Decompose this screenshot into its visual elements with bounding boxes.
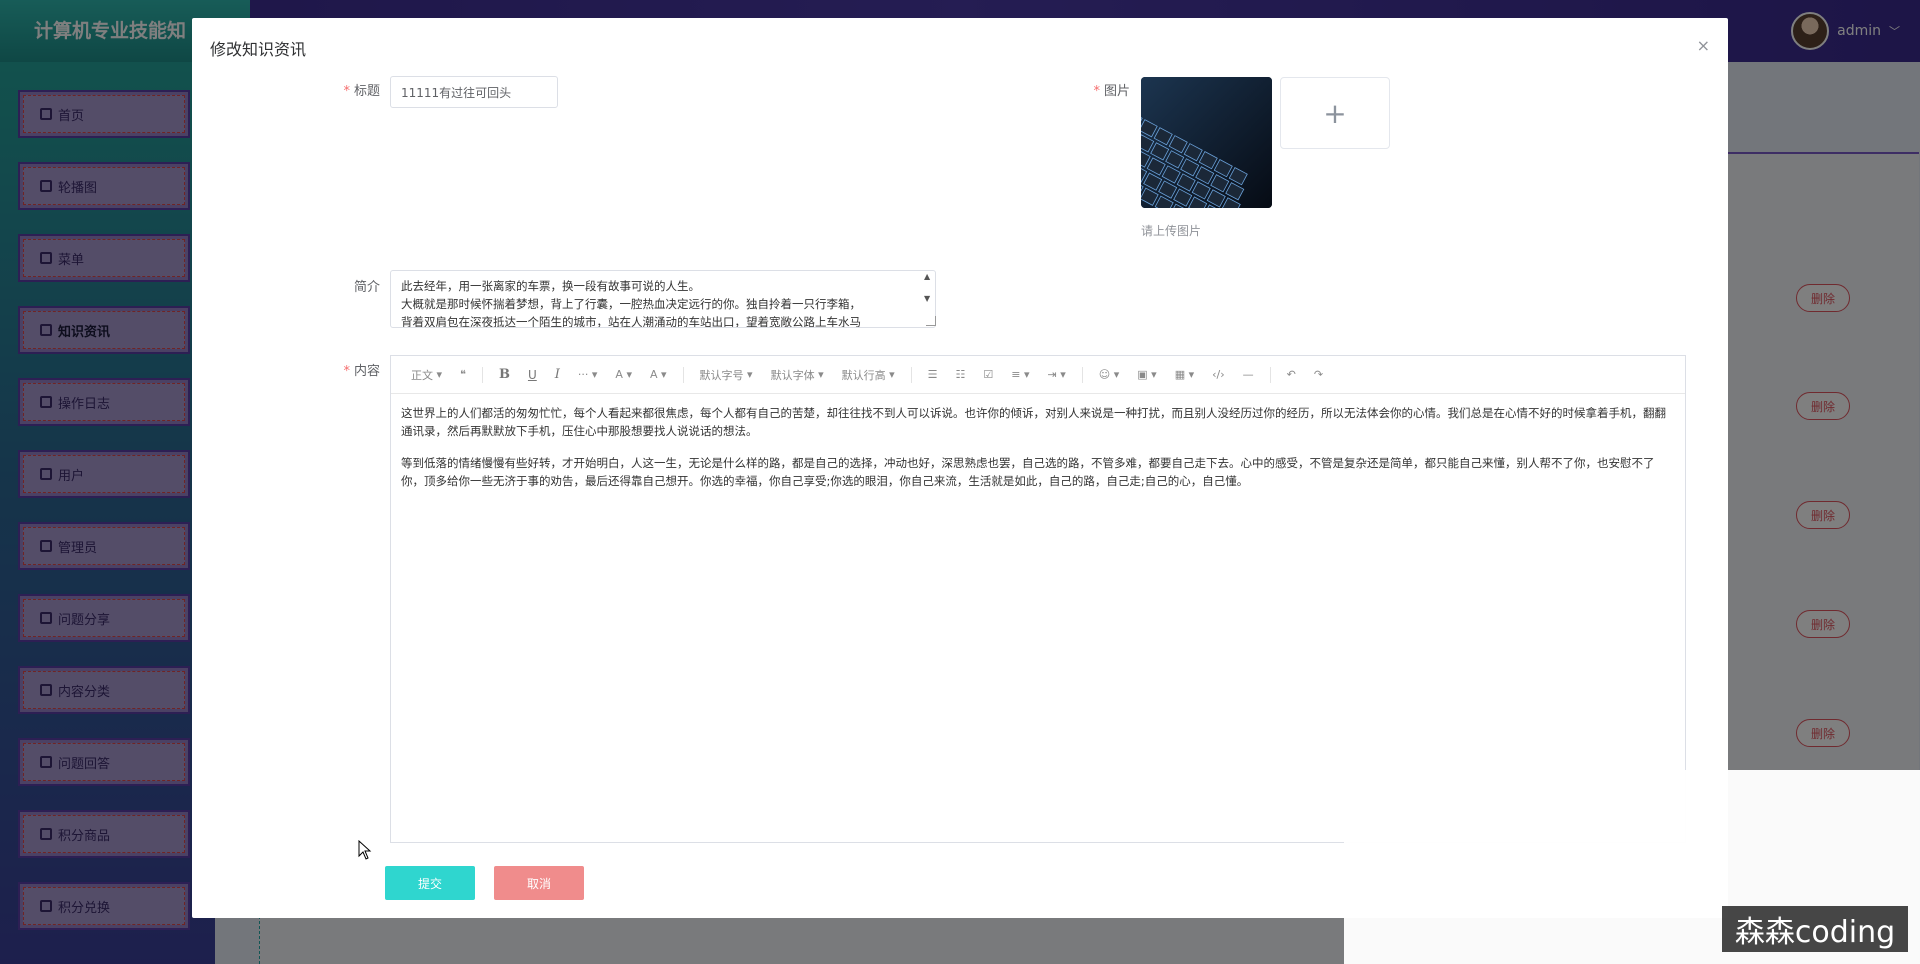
brief-line: 背着双肩包在深夜抵达一个陌生的城市，站在人潮涌动的车站出口，望着宽敞公路上车水马 xyxy=(401,315,861,328)
brief-line: 此去经年，用一张离家的车票，换一段有故事可说的人生。 xyxy=(401,279,700,293)
brief-line: 大概就是那时候怀揣着梦想，背上了行囊，一腔热血决定远行的你。独自拎着一只行李箱， xyxy=(401,297,861,311)
indent-dropdown[interactable]: ⇥ ▾ xyxy=(1042,363,1072,387)
font-family-dropdown[interactable]: 默认字体 ▾ xyxy=(765,363,830,387)
watermark: 森森coding xyxy=(1722,906,1908,952)
bold-icon[interactable]: B xyxy=(493,363,516,387)
font-color-dropdown[interactable]: A ▾ xyxy=(609,363,638,387)
uploaded-image[interactable] xyxy=(1141,77,1272,208)
code-icon[interactable]: ‹/› xyxy=(1206,363,1231,387)
scroll-down-icon[interactable]: ▼ xyxy=(924,294,930,303)
bullet-list-icon[interactable]: ☰ xyxy=(922,363,944,387)
toolbar-divider xyxy=(1269,366,1271,383)
more-style-dropdown[interactable]: ··· ▾ xyxy=(572,363,604,387)
italic-icon[interactable]: I xyxy=(549,363,566,387)
brief-textarea[interactable]: 此去经年，用一张离家的车票，换一段有故事可说的人生。 大概就是那时候怀揣着梦想，… xyxy=(390,270,936,328)
table-dropdown[interactable]: ▦ ▾ xyxy=(1169,363,1200,387)
content-label: * 内容 xyxy=(343,364,380,379)
todo-icon[interactable]: ☑ xyxy=(977,363,999,387)
editor-content[interactable]: 这世界上的人们都活的匆匆忙忙，每个人看起来都很焦虑，每个人都有自己的苦楚，却往往… xyxy=(401,404,1675,504)
resize-handle-icon[interactable] xyxy=(926,316,936,326)
submit-button[interactable]: 提交 xyxy=(385,866,475,900)
redo-icon[interactable]: ↷ xyxy=(1308,363,1329,387)
quote-icon[interactable]: ❝ xyxy=(454,363,472,387)
align-dropdown[interactable]: ≡ ▾ xyxy=(1005,363,1035,387)
title-label: * 标题 xyxy=(343,84,380,99)
image-label: * 图片 xyxy=(1093,84,1130,99)
content-paragraph: 等到低落的情绪慢慢有些好转，才开始明白，人这一生，无论是什么样的路，都是自己的选… xyxy=(401,456,1655,488)
underline-icon[interactable]: U xyxy=(522,363,543,387)
font-size-dropdown[interactable]: 默认字号 ▾ xyxy=(694,363,759,387)
image-hint: 请上传图片 xyxy=(1141,224,1202,238)
toolbar-divider xyxy=(481,366,483,383)
bg-color-dropdown[interactable]: A ▾ xyxy=(644,363,673,387)
title-input[interactable] xyxy=(390,76,558,108)
paragraph-dropdown[interactable]: 正文 ▾ xyxy=(405,363,448,387)
brief-label: 简介 xyxy=(353,280,380,295)
line-height-dropdown[interactable]: 默认行高 ▾ xyxy=(836,363,901,387)
toolbar-divider xyxy=(1081,366,1083,383)
toolbar-divider xyxy=(910,366,912,383)
dialog-title: 修改知识资讯 xyxy=(210,40,307,59)
editor-toolbar: 正文 ▾ ❝ B U I ··· ▾ A ▾ A ▾ 默认字号 ▾ 默认字体 ▾… xyxy=(391,356,1685,394)
toolbar-divider xyxy=(682,366,684,383)
numbered-list-icon[interactable]: ☷ xyxy=(950,363,972,387)
scroll-up-icon[interactable]: ▲ xyxy=(924,272,930,281)
close-icon[interactable]: × xyxy=(1697,36,1710,55)
undo-icon[interactable]: ↶ xyxy=(1281,363,1302,387)
content-paragraph: 这世界上的人们都活的匆匆忙忙，每个人看起来都很焦虑，每个人都有自己的苦楚，却往往… xyxy=(401,406,1666,438)
emoji-dropdown[interactable]: ☺ ▾ xyxy=(1093,363,1126,387)
upload-add-button[interactable]: + xyxy=(1280,77,1390,149)
cancel-button[interactable]: 取消 xyxy=(494,866,584,900)
divider-icon[interactable]: — xyxy=(1237,363,1260,387)
image-dropdown[interactable]: ▣ ▾ xyxy=(1131,363,1162,387)
